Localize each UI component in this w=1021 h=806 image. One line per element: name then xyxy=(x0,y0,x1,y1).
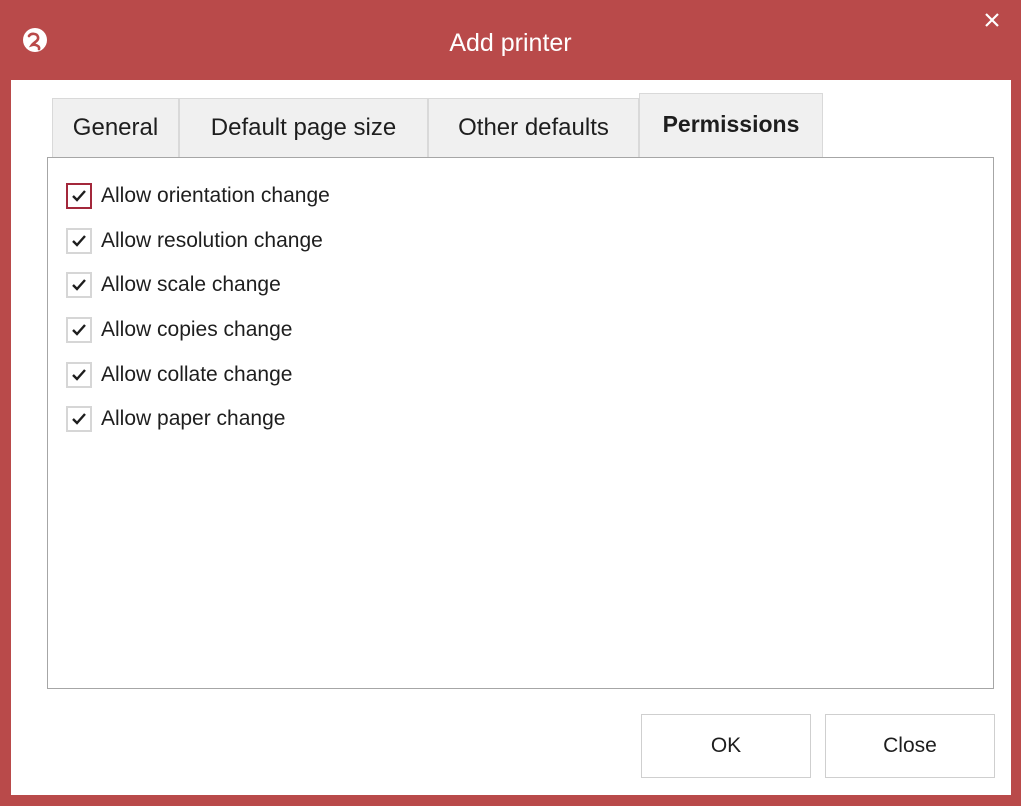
window-title: Add printer xyxy=(449,29,572,57)
tab-permissions[interactable]: Permissions xyxy=(639,93,823,157)
tab-other-defaults[interactable]: Other defaults xyxy=(428,98,639,157)
permissions-panel: Allow orientation change Allow resolutio… xyxy=(47,157,994,689)
checkmark-icon xyxy=(72,190,86,202)
checkmark-icon xyxy=(72,413,86,425)
checkbox[interactable] xyxy=(66,228,92,254)
ok-button[interactable]: OK xyxy=(641,714,811,778)
checkbox[interactable] xyxy=(66,362,92,388)
option-allow-paper-change[interactable]: Allow paper change xyxy=(66,405,285,433)
option-allow-collate-change[interactable]: Allow collate change xyxy=(66,361,292,389)
option-allow-scale-change[interactable]: Allow scale change xyxy=(66,271,281,299)
checkmark-icon xyxy=(72,324,86,336)
checkmark-icon xyxy=(72,369,86,381)
option-label: Allow paper change xyxy=(101,407,286,430)
option-label: Allow collate change xyxy=(101,363,293,386)
checkbox[interactable] xyxy=(66,317,92,343)
close-button[interactable]: Close xyxy=(825,714,995,778)
option-allow-copies-change[interactable]: Allow copies change xyxy=(66,316,292,344)
close-icon[interactable] xyxy=(963,0,1021,40)
option-label: Allow copies change xyxy=(101,318,293,341)
option-label: Allow orientation change xyxy=(101,184,330,207)
checkbox[interactable] xyxy=(66,272,92,298)
option-allow-orientation-change[interactable]: Allow orientation change xyxy=(66,182,330,210)
option-allow-resolution-change[interactable]: Allow resolution change xyxy=(66,227,323,255)
option-label: Allow resolution change xyxy=(101,229,323,252)
checkmark-icon xyxy=(72,235,86,247)
checkmark-icon xyxy=(72,279,86,291)
tab-general[interactable]: General xyxy=(52,98,179,157)
checkbox[interactable] xyxy=(66,406,92,432)
add-printer-dialog: Add printer General Default page size Ot… xyxy=(0,0,1021,806)
tab-default-page-size[interactable]: Default page size xyxy=(179,98,428,157)
option-label: Allow scale change xyxy=(101,273,281,296)
checkbox[interactable] xyxy=(66,183,92,209)
title-bar[interactable]: Add printer xyxy=(0,0,1021,80)
